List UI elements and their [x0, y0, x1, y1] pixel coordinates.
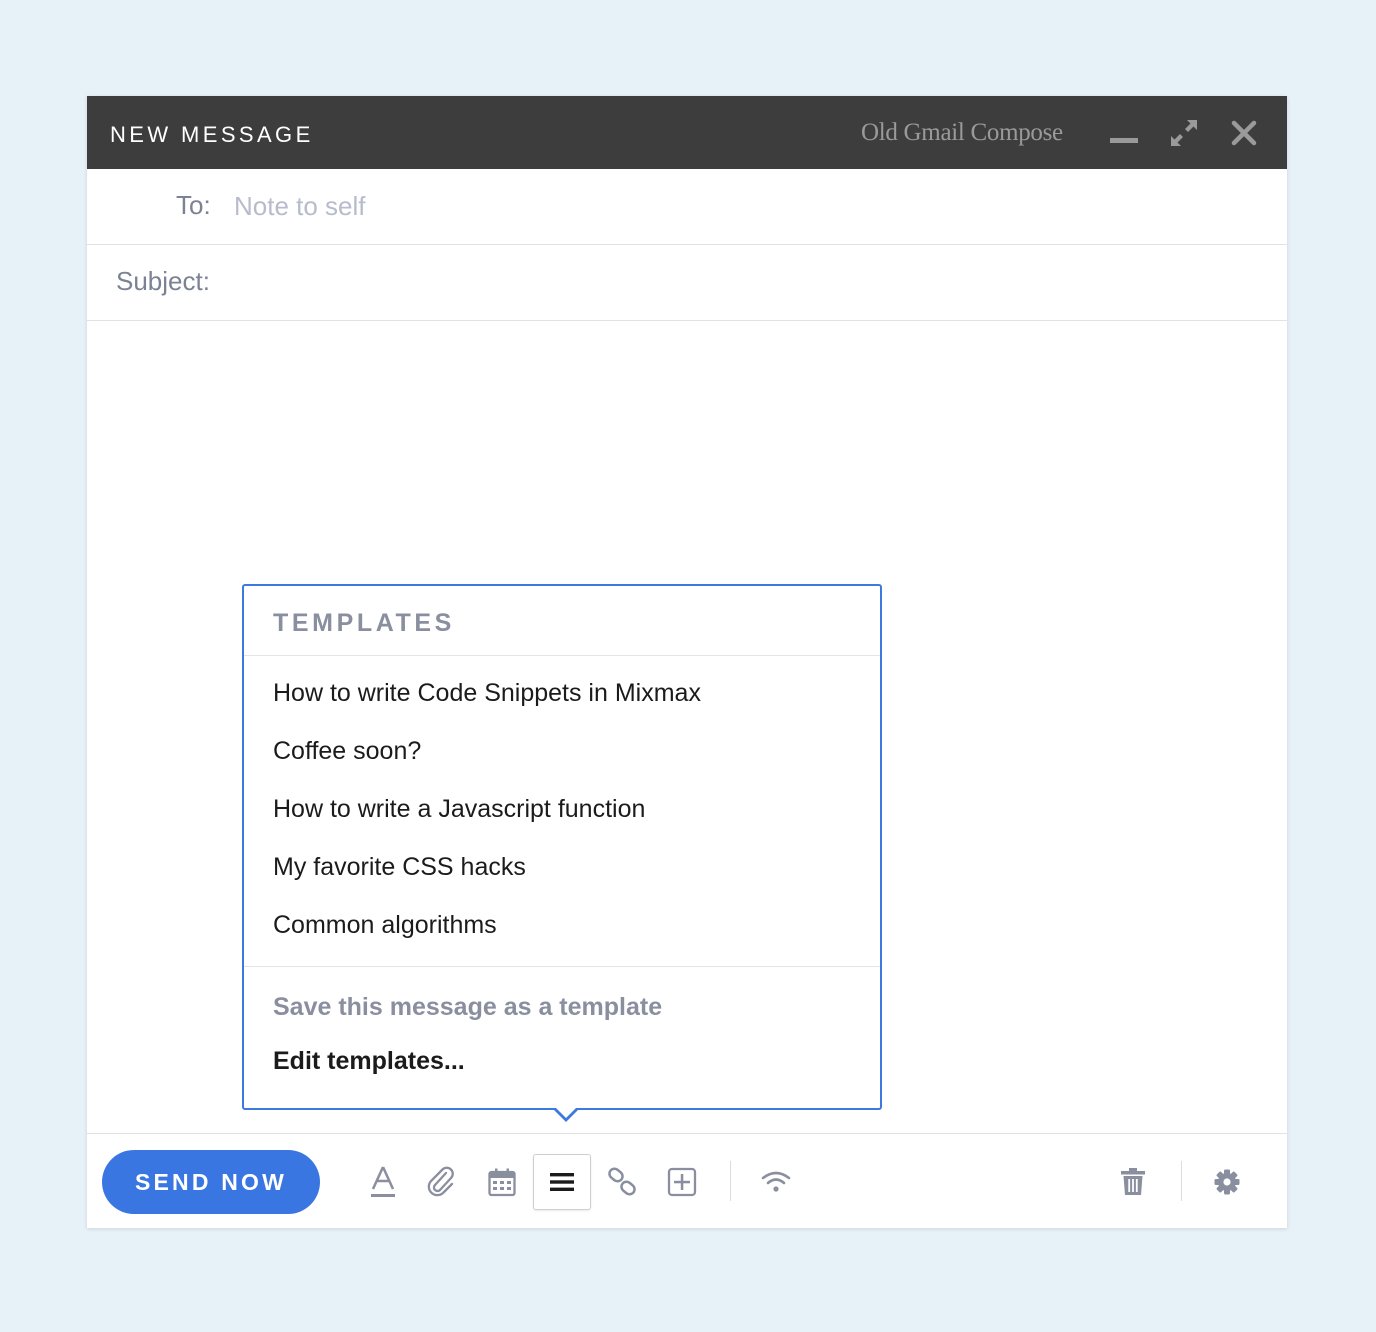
- template-item[interactable]: How to write a Javascript function: [244, 780, 880, 838]
- attachment-icon: [427, 1166, 454, 1197]
- compose-titlebar: NEW MESSAGE Old Gmail Compose: [87, 96, 1287, 169]
- old-gmail-compose-link[interactable]: Old Gmail Compose: [861, 119, 1063, 147]
- attach-file-button[interactable]: [412, 1154, 470, 1210]
- templates-popover-header: TEMPLATES: [244, 586, 880, 656]
- discard-button[interactable]: [1104, 1154, 1162, 1210]
- insert-enhancement-button[interactable]: [653, 1154, 711, 1210]
- settings-button[interactable]: [1198, 1154, 1256, 1210]
- minimize-icon: [1110, 138, 1138, 143]
- send-now-button[interactable]: SEND NOW: [102, 1150, 320, 1214]
- expand-button[interactable]: [1167, 116, 1201, 150]
- to-label: To:: [176, 190, 211, 220]
- close-icon: [1231, 120, 1257, 146]
- tracking-button[interactable]: [747, 1154, 805, 1210]
- compose-title: NEW MESSAGE: [110, 122, 314, 147]
- text-format-button[interactable]: [354, 1154, 412, 1210]
- templates-list: How to write Code Snippets in Mixmax Cof…: [244, 664, 880, 954]
- subject-field[interactable]: [224, 262, 1234, 302]
- compose-window: NEW MESSAGE Old Gmail Compose To: Note t…: [87, 96, 1287, 1228]
- subject-row: Subject:: [87, 245, 1287, 321]
- settings-icon: [1214, 1169, 1240, 1195]
- to-field[interactable]: [234, 186, 1234, 226]
- edit-templates-button[interactable]: Edit templates...: [273, 1047, 465, 1076]
- template-item[interactable]: My favorite CSS hacks: [244, 838, 880, 896]
- trash-icon: [1121, 1168, 1145, 1195]
- insert-link-button[interactable]: [593, 1154, 651, 1210]
- template-item[interactable]: How to write Code Snippets in Mixmax: [244, 664, 880, 722]
- popover-caret-fill: [555, 1107, 577, 1118]
- popover-divider: [244, 966, 880, 967]
- to-row: To:: [87, 169, 1287, 245]
- close-button[interactable]: [1227, 116, 1261, 150]
- template-item[interactable]: Common algorithms: [244, 896, 880, 954]
- template-item[interactable]: Coffee soon?: [244, 722, 880, 780]
- subject-label: Subject:: [116, 266, 210, 296]
- templates-icon: [550, 1173, 574, 1191]
- compose-toolbar: SEND NOW: [87, 1133, 1287, 1228]
- expand-icon: [1171, 120, 1197, 146]
- calendar-button[interactable]: [473, 1154, 531, 1210]
- calendar-icon: [488, 1168, 516, 1197]
- link-icon: [608, 1167, 636, 1196]
- toolbar-separator: [1181, 1161, 1182, 1201]
- text-format-icon: [371, 1166, 395, 1197]
- save-as-template-button[interactable]: Save this message as a template: [273, 993, 662, 1022]
- templates-button[interactable]: [533, 1154, 591, 1210]
- templates-popover: TEMPLATES How to write Code Snippets in …: [242, 584, 882, 1122]
- templates-heading: TEMPLATES: [273, 609, 455, 637]
- minimize-button[interactable]: [1107, 116, 1141, 150]
- toolbar-separator: [730, 1161, 731, 1201]
- tracking-icon: [761, 1171, 791, 1192]
- insert-icon: [667, 1167, 697, 1197]
